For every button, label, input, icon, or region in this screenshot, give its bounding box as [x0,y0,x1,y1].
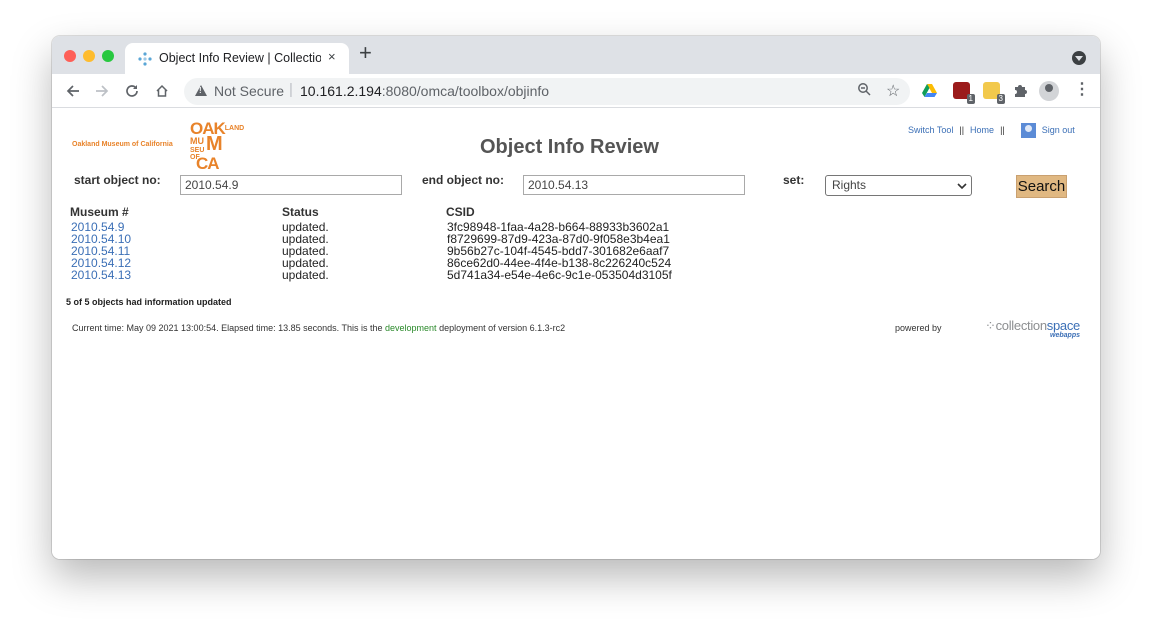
active-tab[interactable]: Object Info Review | Collection × [125,43,349,74]
omca-logo: OAKLAND MU M SEU OF CA [190,119,245,173]
end-object-label: end object no: [422,173,504,187]
warning-icon [195,85,207,96]
sign-out-link[interactable]: Sign out [1042,125,1075,135]
profile-avatar-icon[interactable] [1039,81,1059,101]
browser-toolbar: Not Secure | 10.161.2.194:8080/omca/tool… [52,74,1100,108]
close-window-button[interactable] [64,50,76,62]
page-content: Oakland Museum of California OAKLAND MU … [52,109,1100,559]
cs-webapps: webapps [1050,332,1080,339]
bookmark-star-icon[interactable]: ☆ [886,81,900,101]
development-link[interactable]: development [385,323,437,333]
cs-prefix: collection [995,318,1048,333]
collectionspace-logo: ⁘collectionspace webapps [980,318,1080,342]
cs-suffix: space [1046,318,1081,333]
user-avatar-icon [1020,123,1036,138]
collectionspace-favicon-icon [138,52,152,66]
browser-menu-icon[interactable]: ⋮ [1074,82,1090,98]
link-separator: || [1000,124,1005,135]
address-bar[interactable]: Not Secure | 10.161.2.194:8080/omca/tool… [184,78,910,105]
google-drive-icon[interactable] [921,82,938,99]
tab-search-icon[interactable] [1072,51,1086,65]
chevron-down-icon [957,177,967,194]
zoom-icon[interactable] [857,82,871,100]
back-icon[interactable] [62,80,84,102]
table-row: 2010.54.13 updated. 5d741a34-e54e-4e6c-9… [70,269,710,281]
powered-by-label: powered by [895,323,942,333]
footer-status: Current time: May 09 2021 13:00:54. Elap… [72,323,565,333]
url-host: 10.161.2.194 [300,83,382,99]
ublock-badge: 1 [966,94,975,104]
tab-title: Object Info Review | Collection [159,51,321,65]
top-links: Switch Tool || Home || Sign out [908,123,1075,138]
url-path: :8080/omca/toolbox/objinfo [381,83,550,99]
page-title: Object Info Review [480,136,659,158]
home-link[interactable]: Home [970,125,994,135]
notes-badge: 3 [996,94,1005,104]
new-tab-button[interactable]: + [359,42,372,64]
cs-dot-icon: ⁘ [985,318,996,333]
update-summary: 5 of 5 objects had information updated [66,297,232,307]
csid-cell: 5d741a34-e54e-4e6c-9c1e-053504d3105f [447,268,672,282]
set-label: set: [783,173,805,187]
not-secure-label: Not Secure [214,83,285,99]
maximize-window-button[interactable] [102,50,114,62]
start-object-label: start object no: [74,173,161,187]
ublock-extension-icon[interactable]: 1 [953,82,975,104]
extensions-puzzle-icon[interactable] [1012,82,1029,99]
url-separator: | [289,81,293,98]
column-header-csid: CSID [446,205,475,219]
home-icon[interactable] [151,80,173,102]
reload-icon[interactable] [121,80,143,102]
minimize-window-button[interactable] [83,50,95,62]
status-cell: updated. [282,268,329,282]
link-separator: || [959,124,965,135]
browser-window: Object Info Review | Collection × + Not … [52,36,1100,559]
start-object-input[interactable] [180,175,402,195]
column-header-museum: Museum # [70,205,129,219]
tab-close-icon[interactable]: × [328,49,336,64]
set-select-value: Rights [832,178,867,192]
forward-icon[interactable] [91,80,113,102]
footer-version-text: deployment of version 6.1.3-rc2 [436,323,566,333]
notes-extension-icon[interactable]: 3 [983,82,1005,104]
url-text[interactable]: 10.161.2.194:8080/omca/toolbox/objinfo [300,83,549,99]
footer-text: Current time: May 09 2021 13:00:54. Elap… [72,323,386,333]
set-select[interactable]: Rights [825,175,972,196]
column-header-status: Status [282,205,319,219]
museum-number-link[interactable]: 2010.54.13 [71,269,131,281]
tab-strip: Object Info Review | Collection × + [52,36,1100,74]
search-button[interactable]: Search [1016,175,1067,198]
end-object-input[interactable] [523,175,745,195]
org-name: Oakland Museum of California [72,141,173,148]
switch-tool-link[interactable]: Switch Tool [908,125,953,135]
